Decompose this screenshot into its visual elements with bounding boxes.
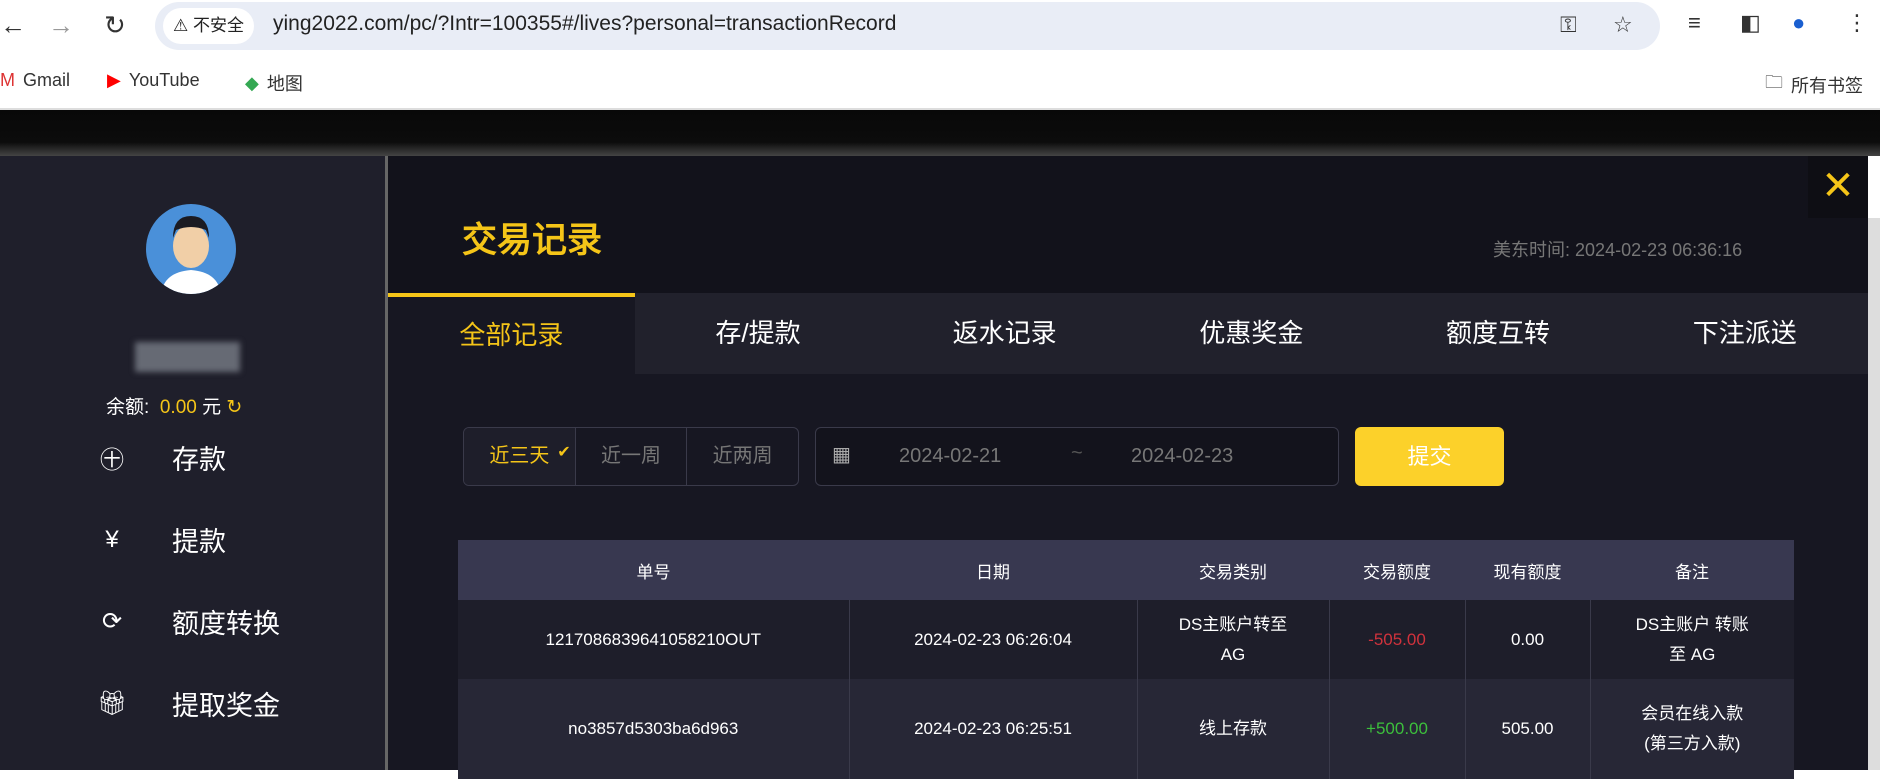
cell-order-no: no3857d5303ba6d963: [458, 679, 850, 779]
bookmark-youtube[interactable]: ▶ YouTube: [107, 70, 200, 91]
cell-balance: 0.00: [1465, 600, 1591, 679]
bookmark-gmail[interactable]: M Gmail: [0, 70, 70, 91]
panel-header: 交易记录 美东时间: 2024-02-23 06:36:16 ✕: [388, 156, 1868, 293]
col-remark: 备注: [1590, 540, 1794, 600]
key-icon[interactable]: ⚿: [1560, 12, 1577, 38]
maps-icon: ◆: [245, 72, 259, 93]
gmail-icon: M: [0, 70, 15, 90]
scrollbar[interactable]: [1868, 218, 1880, 770]
us-eastern-time: 美东时间: 2024-02-23 06:36:16: [1493, 240, 1743, 260]
sidebar-item-transfer[interactable]: ⟳ 额度转换: [96, 602, 280, 641]
range-1-week[interactable]: 近一周: [576, 428, 688, 485]
balance: 余额: 0.00 元 ↻: [106, 397, 243, 418]
menu-icon[interactable]: ⋮: [1846, 10, 1868, 36]
close-icon[interactable]: ✕: [1808, 156, 1868, 218]
tab-rebate[interactable]: 返水记录: [881, 293, 1128, 374]
range-3-days[interactable]: 近三天 ✔: [464, 428, 576, 485]
avatar: [146, 204, 236, 294]
end-date[interactable]: 2024-02-23: [1131, 445, 1233, 468]
record-tabs: 全部记录 存/提款 返水记录 优惠奖金 额度互转 下注派送: [388, 293, 1868, 374]
tab-bet-payout[interactable]: 下注派送: [1621, 293, 1868, 374]
media-icon[interactable]: ≡: [1688, 10, 1701, 36]
date-range-selector: 近三天 ✔ 近一周 近两周: [463, 427, 799, 486]
transfer-icon: ⟳: [101, 608, 123, 635]
bookmark-maps[interactable]: ◆ 地图: [245, 70, 303, 96]
side-panel-icon[interactable]: ◧: [1740, 10, 1761, 36]
cell-order-no: 1217086839641058210OUT: [458, 600, 850, 679]
username-masked: [135, 342, 240, 372]
range-2-weeks[interactable]: 近两周: [687, 428, 798, 485]
table-row: no3857d5303ba6d963 2024-02-23 06:25:51 线…: [458, 679, 1794, 779]
cell-amount: -505.00: [1329, 600, 1466, 679]
table-header: 单号 日期 交易类别 交易额度 现有额度 备注: [458, 540, 1794, 600]
table-row: 1217086839641058210OUT 2024-02-23 06:26:…: [458, 600, 1794, 679]
forward-icon[interactable]: →: [48, 10, 74, 41]
youtube-icon: ▶: [107, 70, 121, 90]
sidebar-item-deposit[interactable]: ㊉存款: [96, 438, 226, 477]
deposit-icon: ㊉: [100, 447, 124, 474]
cell-type: DS主账户转至AG: [1137, 600, 1330, 679]
col-date: 日期: [849, 540, 1137, 600]
back-icon[interactable]: ←: [0, 10, 26, 41]
cell-remark: 会员在线入款(第三方入款): [1590, 679, 1794, 779]
transaction-panel: 交易记录 美东时间: 2024-02-23 06:36:16 ✕ 全部记录 存/…: [388, 156, 1868, 779]
col-type: 交易类别: [1137, 540, 1329, 600]
gift-icon: 🎁︎: [96, 690, 128, 717]
calendar-icon: ▦: [832, 444, 851, 466]
tab-deposit-withdraw[interactable]: 存/提款: [635, 293, 882, 374]
folder-icon: 🗀: [1765, 72, 1783, 92]
browser-toolbar: ← → ↻ ⚠ 不安全 ying2022.com/pc/?Intr=100355…: [0, 0, 1880, 58]
date-range-picker[interactable]: ▦ 2024-02-21 ~ 2024-02-23: [815, 427, 1339, 486]
withdraw-icon: ¥: [105, 525, 119, 553]
cell-balance: 505.00: [1465, 679, 1591, 779]
sidebar-item-bonus[interactable]: 🎁︎ 提取奖金: [96, 684, 280, 723]
transaction-table: 单号 日期 交易类别 交易额度 现有额度 备注 1217086839641058…: [458, 540, 1794, 779]
all-bookmarks[interactable]: 🗀 所有书签: [1765, 70, 1863, 100]
site-top-bar: [0, 110, 1880, 156]
security-indicator[interactable]: ⚠ 不安全: [163, 8, 254, 44]
col-amount: 交易额度: [1329, 540, 1465, 600]
page-title: 交易记录: [462, 221, 603, 260]
tab-all-records[interactable]: 全部记录: [388, 293, 635, 374]
col-order-no: 单号: [458, 540, 849, 600]
url-text[interactable]: ying2022.com/pc/?Intr=100355#/lives?pers…: [273, 12, 896, 36]
sidebar-item-withdraw[interactable]: ¥ 提款: [96, 520, 226, 559]
start-date[interactable]: 2024-02-21: [899, 445, 1001, 468]
cell-amount: +500.00: [1329, 679, 1466, 779]
submit-button[interactable]: 提交: [1355, 427, 1504, 486]
tab-promo-bonus[interactable]: 优惠奖金: [1128, 293, 1375, 374]
col-balance: 现有额度: [1465, 540, 1590, 600]
profile-icon[interactable]: ●: [1792, 10, 1805, 36]
refresh-icon[interactable]: ↻: [226, 397, 242, 418]
bookmarks-bar: M Gmail ▶ YouTube ◆ 地图 🗀 所有书签: [0, 58, 1880, 110]
reload-icon[interactable]: ↻: [104, 10, 126, 41]
sidebar: 余额: 0.00 元 ↻ ㊉存款 ¥ 提款 ⟳ 额度转换 🎁︎ 提取奖金: [0, 156, 385, 770]
cell-remark: DS主账户 转账至 AG: [1590, 600, 1794, 679]
date-separator: ~: [1071, 442, 1083, 464]
cell-type: 线上存款: [1137, 679, 1330, 779]
check-icon: ✔: [557, 444, 571, 461]
cell-date: 2024-02-23 06:26:04: [849, 600, 1138, 679]
star-icon[interactable]: ☆: [1613, 12, 1633, 38]
address-bar[interactable]: ⚠ 不安全 ying2022.com/pc/?Intr=100355#/live…: [155, 2, 1660, 50]
tab-transfer[interactable]: 额度互转: [1375, 293, 1622, 374]
cell-date: 2024-02-23 06:25:51: [849, 679, 1138, 779]
